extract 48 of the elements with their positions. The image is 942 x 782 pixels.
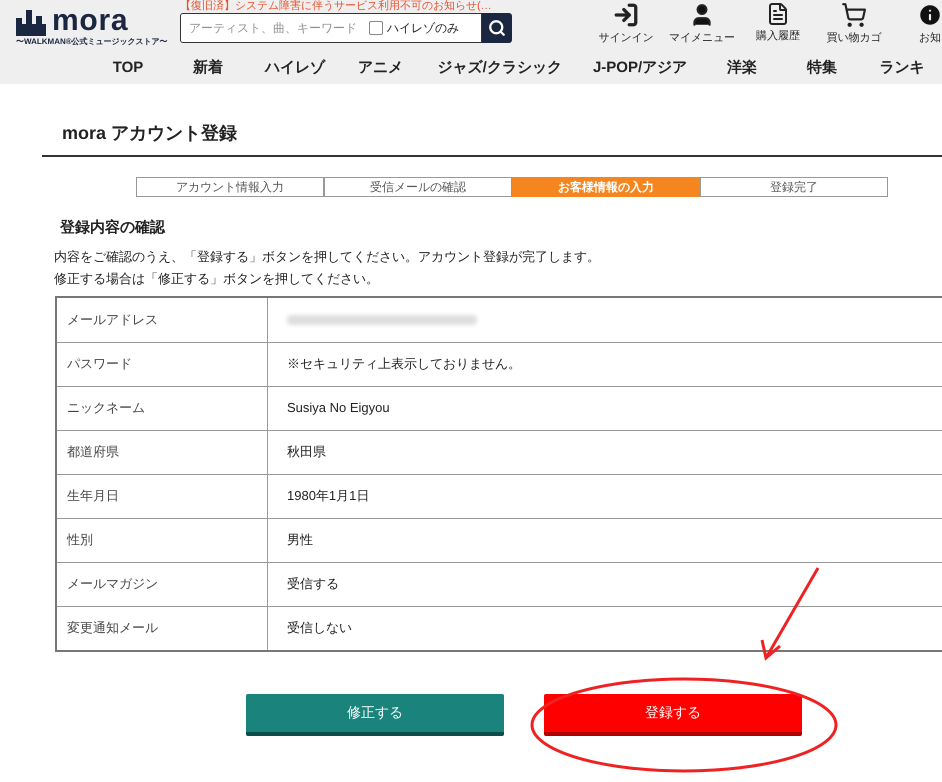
field-label: メールアドレス bbox=[57, 298, 268, 342]
logo-text: mora bbox=[52, 6, 128, 36]
header-menu-button[interactable]: お知 bbox=[896, 2, 942, 46]
register-button[interactable]: 登録する bbox=[544, 694, 802, 736]
header-menu-button[interactable]: 買い物カゴ bbox=[820, 2, 888, 46]
field-label: ニックネーム bbox=[57, 386, 268, 430]
field-value: 秋田県 bbox=[287, 443, 326, 462]
edit-button[interactable]: 修正する bbox=[246, 694, 504, 736]
section-title: 登録内容の確認 bbox=[60, 218, 166, 238]
field-label: パスワード bbox=[57, 342, 268, 386]
field-value: ※セキュリティ上表示しておりません。 bbox=[287, 355, 521, 374]
nav-link[interactable]: TOP bbox=[88, 56, 168, 80]
nav-link[interactable]: 洋楽 bbox=[702, 56, 782, 80]
nav-link[interactable]: ランキ bbox=[862, 56, 942, 80]
progress-step: お客様情報の入力 bbox=[512, 177, 700, 197]
field-value: 男性 bbox=[287, 531, 313, 550]
field-value: 受信する bbox=[287, 575, 339, 594]
cart-icon bbox=[841, 2, 867, 28]
field-label: メールマガジン bbox=[57, 562, 268, 606]
document-icon bbox=[766, 2, 790, 26]
search-field[interactable]: アーティスト、曲、キーワード ハイレゾのみ bbox=[180, 13, 482, 43]
field-value: Susiya No Eigyou bbox=[287, 399, 390, 418]
hires-only-checkbox[interactable]: ハイレゾのみ bbox=[369, 19, 459, 37]
header-menu-button[interactable]: サインイン bbox=[592, 2, 660, 46]
nav-link[interactable]: 特集 bbox=[782, 56, 862, 80]
field-label: 性別 bbox=[57, 518, 268, 562]
field-label: 都道府県 bbox=[57, 430, 268, 474]
field-label: 変更通知メール bbox=[57, 606, 268, 650]
field-label: 生年月日 bbox=[57, 474, 268, 518]
search-button[interactable] bbox=[482, 13, 512, 43]
nav-link[interactable]: ジャズ/クラシック bbox=[420, 56, 576, 80]
progress-step: 受信メールの確認 bbox=[324, 177, 512, 197]
logo-tagline: 〜WALKMAN®公式ミュージックストア〜 bbox=[16, 36, 169, 48]
progress-step: アカウント情報入力 bbox=[136, 177, 324, 197]
nav-link[interactable]: アニメ bbox=[340, 56, 421, 80]
header-menu-button[interactable]: 購入履歴 bbox=[744, 2, 812, 46]
field-value: 受信しない bbox=[287, 619, 352, 638]
field-value: 1980年1月1日 bbox=[287, 487, 370, 506]
nav-link[interactable]: 新着 bbox=[168, 56, 248, 80]
search-icon bbox=[488, 19, 506, 37]
nav-link[interactable]: ハイレゾ bbox=[248, 56, 341, 80]
sign-in-icon bbox=[613, 2, 639, 28]
header-menu-button[interactable]: マイメニュー bbox=[668, 2, 736, 46]
progress-step: 登録完了 bbox=[700, 177, 888, 197]
instruction-text: 内容をご確認のうえ、「登録する」ボタンを押してください。アカウント登録が完了します。 bbox=[54, 248, 601, 266]
instruction-text: 修正する場合は「修正する」ボタンを押してください。 bbox=[54, 270, 380, 288]
nav-link[interactable]: J-POP/アジア bbox=[576, 56, 702, 80]
page-title: mora アカウント登録 bbox=[42, 120, 942, 157]
